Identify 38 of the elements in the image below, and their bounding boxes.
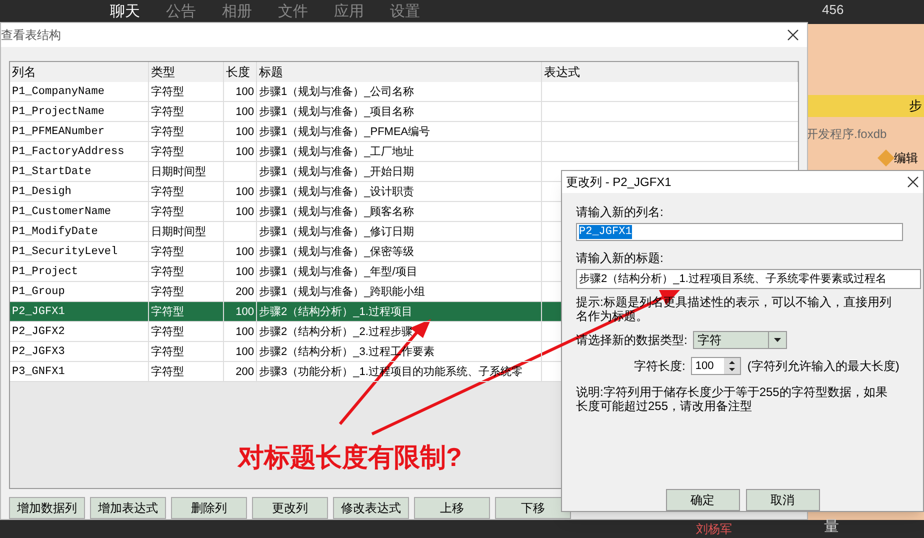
bottom-text: 量 [824, 517, 839, 537]
input-field[interactable]: P2_JGFX1 [576, 223, 903, 241]
table-cell: 字符型 [149, 362, 224, 382]
table-cell: 200 [224, 362, 257, 382]
close-icon[interactable] [787, 28, 799, 41]
toolbar-button[interactable]: 更改列 [252, 497, 328, 519]
app-tab[interactable]: 公告 [166, 0, 196, 24]
table-row[interactable]: P1_CompanyName 字符型 100 步骤1（规划与准备）_公司名称 [10, 82, 798, 102]
input-field[interactable]: 步骤2（结构分析）_1.过程项目系统、子系统零件要素或过程名 [576, 269, 921, 289]
toolbar-button[interactable]: 增加数据列 [9, 497, 85, 519]
note-text: 说明:字符列用于储存长度少于等于255的字符型数据，如果长度可能超过255，请改用备注型 [576, 385, 888, 413]
app-tab[interactable]: 文件 [278, 0, 308, 24]
table-row[interactable]: P1_FactoryAddress 字符型 100 步骤1（规划与准备）_工厂地址 [10, 142, 798, 162]
close-icon[interactable] [907, 176, 919, 188]
app-tab[interactable]: 应用 [334, 0, 364, 24]
app-tab[interactable]: 设置 [390, 0, 420, 24]
dialog-button[interactable]: 取消 [746, 489, 820, 511]
annotation-text: 对标题长度有限制? [238, 441, 462, 474]
toolbar-button[interactable]: 修改表达式 [333, 497, 409, 519]
spin-arrows-icon[interactable] [724, 358, 740, 374]
window-title: 查看表结构 [1, 26, 61, 44]
corner-text: 456 [822, 1, 844, 19]
toolbar-button[interactable]: 上移 [414, 497, 490, 519]
app-tab[interactable]: 聊天 [110, 0, 140, 24]
app-tab[interactable]: 相册 [222, 0, 252, 24]
table-cell: P3_GNFX1 [10, 362, 149, 382]
length-spinbox[interactable]: 100 [691, 357, 742, 375]
bar-text: 步 [909, 97, 922, 116]
table-row[interactable]: P1_ProjectName 字符型 100 步骤1（规划与准备）_项目名称 [10, 102, 798, 122]
type-dropdown[interactable]: 字符 [693, 331, 788, 349]
toolbar-button[interactable]: 删除列 [171, 497, 247, 519]
field-label: 请输入新的列名: [576, 204, 664, 221]
edit-button[interactable]: 编辑 [878, 148, 920, 168]
dialog-button[interactable]: 确定 [666, 489, 740, 511]
toolbar-button[interactable]: 增加表达式 [90, 497, 166, 519]
table-row[interactable]: P1_PFMEANumber 字符型 100 步骤1（规划与准备）_PFMEA编号 [10, 122, 798, 142]
contact-name: 刘杨军 [696, 522, 732, 536]
toolbar-button[interactable]: 下移 [495, 497, 571, 519]
